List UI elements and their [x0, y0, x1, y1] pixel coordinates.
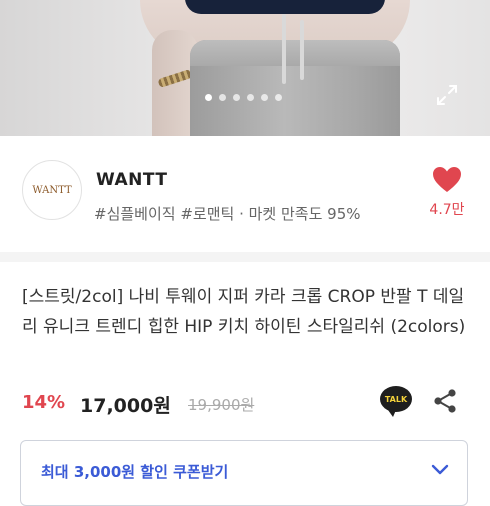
store-logo[interactable]: WANTT [22, 160, 82, 220]
product-image-carousel[interactable] [0, 0, 490, 136]
price-row: 14% 17,000원 19,900원 TALK [22, 386, 472, 422]
carousel-dot[interactable] [205, 94, 212, 101]
like-button[interactable]: 4.7만 [426, 166, 468, 226]
carousel-dot[interactable] [275, 94, 282, 101]
chevron-down-icon [431, 464, 449, 475]
product-photo-drawstring [282, 14, 286, 84]
store-name[interactable]: WANTT [96, 170, 167, 190]
carousel-dot[interactable] [247, 94, 254, 101]
share-icon[interactable] [432, 388, 458, 414]
kakaotalk-icon[interactable]: TALK [380, 386, 412, 417]
seller-info[interactable]: WANTT WANTT #심플베이직 #로맨틱 · 마켓 만족도 95% 4.7… [0, 150, 490, 230]
product-photo-waistband [190, 40, 400, 66]
talk-label: TALK [384, 394, 408, 404]
like-count: 4.7만 [429, 202, 465, 218]
carousel-dot[interactable] [261, 94, 268, 101]
carousel-dot[interactable] [233, 94, 240, 101]
section-divider [0, 252, 490, 262]
product-title: [스트릿/2col] 나비 투웨이 지퍼 카라 크롭 CROP 반팔 T 데일리… [22, 287, 466, 337]
product-photo-top [185, 0, 385, 14]
discount-rate: 14% [22, 392, 66, 413]
expand-icon[interactable] [436, 84, 458, 106]
carousel-indicator [205, 94, 282, 101]
product-photo-drawstring [300, 20, 304, 80]
heart-icon [433, 167, 461, 192]
store-logo-text: WANTT [32, 184, 72, 196]
coupon-label: 최대 3,000원 할인 쿠폰받기 [41, 463, 229, 481]
store-tags: #심플베이직 #로맨틱 · 마켓 만족도 95% [94, 205, 361, 223]
coupon-download-button[interactable]: 최대 3,000원 할인 쿠폰받기 [20, 440, 468, 506]
sale-price: 17,000원 [80, 395, 171, 417]
carousel-dot[interactable] [219, 94, 226, 101]
original-price: 19,900원 [188, 396, 255, 414]
